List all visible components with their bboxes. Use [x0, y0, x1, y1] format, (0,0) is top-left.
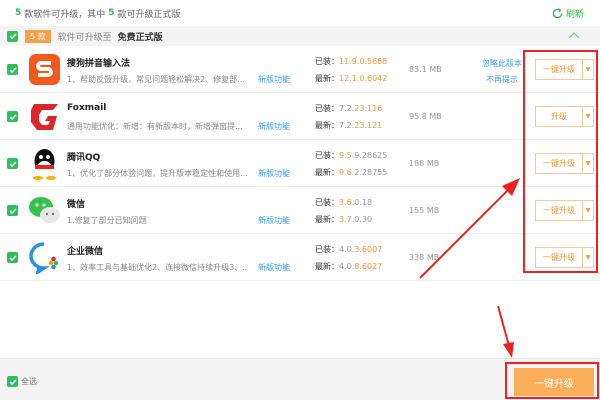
group-text: 软件可升级至: [57, 32, 112, 43]
installed-version: 已装：4.0.3.6007: [315, 245, 383, 254]
app-checkbox[interactable]: [7, 252, 18, 263]
upgradable-count: 5: [15, 8, 22, 18]
latest-version: 最新：12.1.0.6042: [315, 74, 388, 83]
count-badge: 5 款: [25, 29, 51, 43]
app-name: Foxmail: [67, 103, 107, 113]
app-size: 83.1 MB: [409, 65, 442, 74]
official-count: 5: [108, 8, 115, 18]
ignore-version-link[interactable]: 忽略此版本 不再提示: [482, 56, 522, 88]
app-name: 微信: [67, 200, 86, 210]
installed-version: 已装：7.2.23.116: [315, 104, 383, 113]
summary-text: 款软件可升级，其中: [24, 9, 106, 20]
footer-bar: 全选 一键升级: [0, 358, 600, 400]
dropdown-arrow-icon[interactable]: ▼: [583, 60, 593, 79]
select-all-label: 全选: [21, 377, 37, 386]
qq-icon: [28, 147, 61, 180]
installed-version: 已装：9.5.9.28625: [315, 151, 388, 160]
app-description: 1、帮助反馈升级，常见问题轻松解决2、修复部...: [67, 75, 245, 84]
app-row: 企业微信 1、效率工具与基础优化2、连接微信持续升级3、... 新版功能 已装：…: [0, 234, 600, 281]
refresh-label: 刷新: [565, 10, 584, 20]
upgrade-button[interactable]: 一键升级 ▼: [535, 59, 594, 80]
app-size: 95.8 MB: [409, 112, 442, 121]
dropdown-arrow-icon[interactable]: ▼: [583, 201, 593, 220]
app-checkbox[interactable]: [7, 111, 18, 122]
foxmail-icon: [28, 100, 61, 133]
latest-version: 最新：9.6.2.28755: [315, 168, 388, 177]
installed-version: 已装：11.9.0.5688: [315, 57, 388, 66]
app-checkbox[interactable]: [7, 158, 18, 169]
upgrade-button[interactable]: 升级 ▼: [535, 106, 594, 127]
new-features-link[interactable]: 新版功能: [258, 168, 290, 179]
app-name: 搜狗拼音输入法: [67, 59, 131, 69]
upgrade-label[interactable]: 一键升级: [536, 154, 583, 173]
chevron-up-icon[interactable]: [568, 30, 580, 40]
upgrade-label[interactable]: 一键升级: [536, 60, 583, 79]
app-name: 腾讯QQ: [67, 153, 101, 163]
refresh-button[interactable]: 刷新: [552, 7, 584, 20]
app-size: 338 MB: [409, 253, 440, 262]
app-description: 1、效率工具与基础优化2、连接微信持续升级3、...: [67, 263, 247, 272]
summary-text-2: 款可升级正式版: [117, 9, 181, 20]
app-row: 腾讯QQ 1、优化了部分体验问题，提升版本稳定性和使用... 新版功能 已装：9…: [0, 140, 600, 187]
new-features-link[interactable]: 新版功能: [258, 121, 290, 132]
wechat-icon: [28, 194, 61, 227]
app-description: 1、优化了部分体验问题，提升版本稳定性和使用...: [67, 169, 247, 178]
dropdown-arrow-icon[interactable]: ▼: [583, 107, 593, 126]
arrow-icon: [497, 305, 514, 358]
app-row: 搜狗拼音输入法 1、帮助反馈升级，常见问题轻松解决2、修复部... 新版功能 已…: [0, 46, 600, 93]
app-row: 微信 1.修复了部分已知问题 新版功能 已装：3.6.0.18 最新：3.7.0…: [0, 187, 600, 234]
check-icon: [9, 208, 16, 214]
upgrade-label[interactable]: 一键升级: [536, 201, 583, 220]
app-description: 1.修复了部分已知问题: [67, 216, 147, 225]
app-size: 188 MB: [409, 159, 440, 168]
upgrade-button[interactable]: 一键升级 ▼: [535, 153, 594, 174]
app-checkbox[interactable]: [7, 64, 18, 75]
select-all-checkbox[interactable]: [7, 376, 18, 387]
wecom-icon: [28, 241, 61, 276]
check-icon: [9, 114, 16, 120]
refresh-icon: [552, 8, 563, 19]
installed-version: 已装：3.6.0.18: [315, 198, 373, 207]
group-checkbox[interactable]: [7, 30, 18, 42]
check-icon: [9, 379, 16, 385]
upgrade-all-button[interactable]: 一键升级: [514, 368, 594, 396]
app-size: 155 MB: [409, 206, 440, 215]
check-icon: [9, 255, 16, 261]
group-target: 免费正式版: [117, 32, 163, 43]
app-description: 通用功能优化：新增：有新版本时，新增弹窗提...: [67, 122, 243, 131]
app-name: 企业微信: [67, 247, 104, 257]
dropdown-arrow-icon[interactable]: ▼: [583, 154, 593, 173]
sogou-input-icon: [28, 53, 61, 86]
summary-header: 5 款软件可升级，其中 5 款可升级正式版: [0, 0, 600, 26]
latest-version: 最新：3.7.0.30: [315, 215, 373, 224]
dropdown-arrow-icon[interactable]: ▼: [583, 248, 593, 267]
new-features-link[interactable]: 新版功能: [258, 74, 290, 85]
upgrade-label[interactable]: 一键升级: [536, 248, 583, 267]
latest-version: 最新：4.0.8.6027: [315, 262, 383, 271]
upgrade-button[interactable]: 一键升级 ▼: [535, 200, 594, 221]
upgrade-button[interactable]: 一键升级 ▼: [535, 247, 594, 268]
upgrade-label[interactable]: 升级: [536, 107, 583, 126]
check-icon: [9, 33, 16, 39]
new-features-link[interactable]: 新版功能: [258, 215, 290, 226]
check-icon: [9, 161, 16, 167]
latest-version: 最新：7.2.23.121: [315, 121, 383, 130]
app-checkbox[interactable]: [7, 205, 18, 216]
app-row: Foxmail 通用功能优化：新增：有新版本时，新增弹窗提... 新版功能 已装…: [0, 93, 600, 140]
new-features-link[interactable]: 新版功能: [258, 262, 290, 273]
check-icon: [9, 67, 16, 73]
group-header: 5 款 软件可升级至 免费正式版: [0, 26, 600, 46]
